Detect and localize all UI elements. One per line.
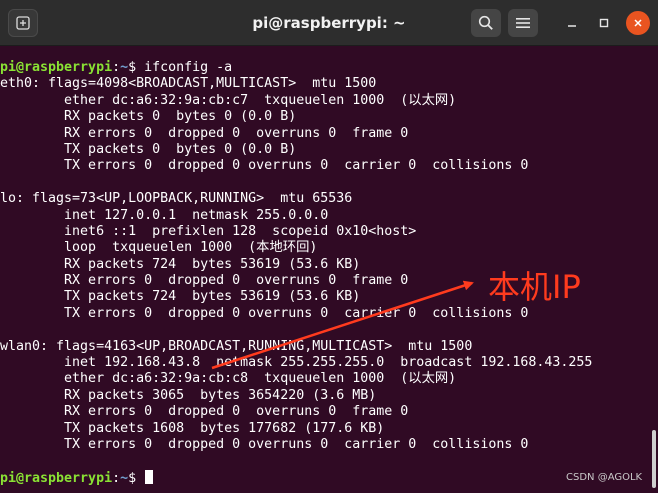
watermark: CSDN @AGOLK bbox=[566, 472, 643, 483]
annotation-arrow bbox=[211, 280, 474, 370]
arrow-line bbox=[211, 280, 474, 370]
annotation-label: 本机IP bbox=[488, 268, 581, 306]
